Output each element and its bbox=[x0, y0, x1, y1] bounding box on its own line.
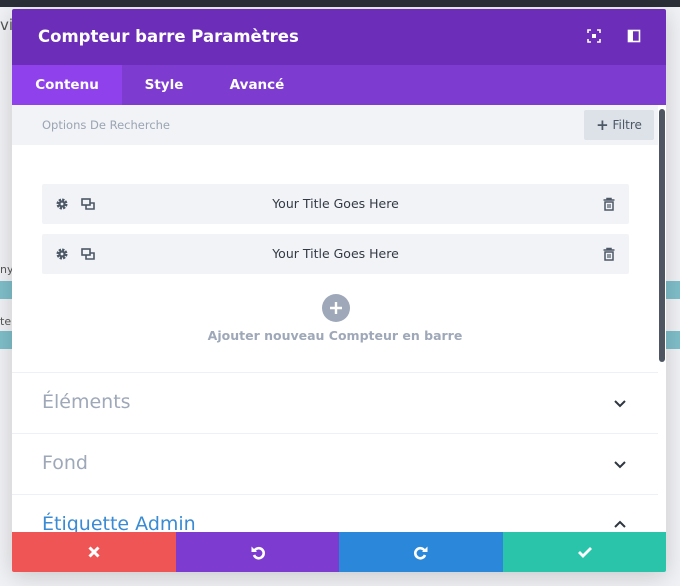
item-title: Your Title Goes Here bbox=[272, 196, 399, 211]
undo-button[interactable] bbox=[176, 532, 339, 572]
tab-bar: Contenu Style Avancé bbox=[12, 65, 666, 105]
modal-header: Compteur barre Paramètres bbox=[12, 9, 666, 65]
plus-icon bbox=[330, 302, 342, 314]
trash-icon[interactable] bbox=[601, 246, 617, 262]
tab-style[interactable]: Style bbox=[122, 65, 206, 105]
background-bar bbox=[0, 331, 12, 349]
section-background[interactable]: Fond bbox=[12, 433, 658, 494]
add-item-label[interactable]: Ajouter nouveau Compteur en barre bbox=[12, 328, 658, 343]
section-elements[interactable]: Éléments bbox=[12, 372, 658, 433]
cancel-button[interactable] bbox=[12, 532, 176, 572]
sidebar-toggle-icon[interactable] bbox=[626, 28, 642, 44]
background-topbar bbox=[0, 0, 680, 7]
section-title: Fond bbox=[42, 452, 88, 474]
expand-icon[interactable] bbox=[586, 28, 602, 44]
modal-title: Compteur barre Paramètres bbox=[38, 27, 299, 46]
tab-content[interactable]: Contenu bbox=[12, 65, 122, 105]
filter-label: Filtre bbox=[612, 118, 642, 132]
background-bar bbox=[666, 281, 680, 299]
filter-button[interactable]: + Filtre bbox=[584, 110, 654, 140]
cancel-icon bbox=[88, 546, 100, 558]
section-admin-label[interactable]: Étiquette Admin bbox=[12, 494, 658, 532]
redo-icon bbox=[414, 546, 428, 560]
background-bar bbox=[666, 331, 680, 349]
background-text-fragment: te bbox=[0, 315, 12, 328]
undo-icon bbox=[251, 546, 265, 560]
settings-modal: Compteur barre Paramètres Contenu Style … bbox=[12, 9, 666, 572]
list-item[interactable]: Your Title Goes Here bbox=[42, 184, 629, 224]
item-title: Your Title Goes Here bbox=[272, 246, 399, 261]
modal-footer bbox=[12, 532, 666, 572]
trash-icon[interactable] bbox=[601, 196, 617, 212]
plus-icon: + bbox=[596, 116, 609, 134]
section-title: Étiquette Admin bbox=[42, 513, 196, 532]
redo-button[interactable] bbox=[339, 532, 503, 572]
modal-body: Options De Recherche + Filtre Your Title… bbox=[12, 105, 666, 532]
search-bar: Options De Recherche + Filtre bbox=[12, 105, 658, 145]
search-options-label[interactable]: Options De Recherche bbox=[42, 118, 170, 132]
background-bar bbox=[0, 281, 12, 299]
check-icon bbox=[577, 547, 592, 558]
chevron-down-icon bbox=[612, 456, 628, 472]
save-button[interactable] bbox=[503, 532, 666, 572]
chevron-down-icon bbox=[612, 395, 628, 411]
list-item[interactable]: Your Title Goes Here bbox=[42, 234, 629, 274]
add-item-button[interactable] bbox=[322, 294, 350, 322]
scrollbar-thumb[interactable] bbox=[659, 109, 665, 362]
tab-advanced[interactable]: Avancé bbox=[206, 65, 308, 105]
scrollbar[interactable] bbox=[658, 105, 666, 532]
section-title: Éléments bbox=[42, 391, 131, 413]
chevron-up-icon bbox=[612, 517, 628, 532]
